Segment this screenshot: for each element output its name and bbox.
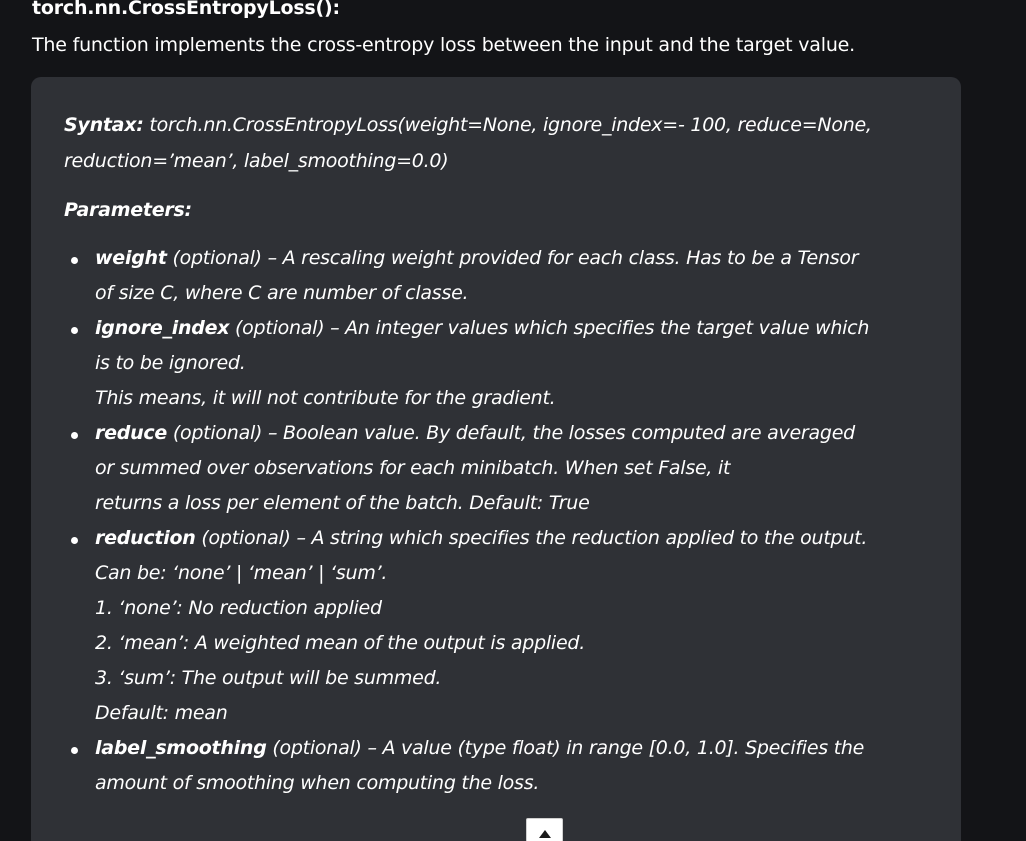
bullet-icon bbox=[71, 432, 78, 439]
syntax-signature-line2: reduction=’mean’, label_smoothing=0.0) bbox=[64, 150, 449, 172]
parameter-list: weight (optional) – A rescaling weight p… bbox=[64, 241, 934, 801]
param-text: (optional) – An integer values which spe… bbox=[229, 317, 870, 339]
param-line: 1. ‘none’: No reduction applied bbox=[95, 597, 382, 619]
param-name: ignore_index bbox=[95, 317, 230, 339]
param-line: reduction (optional) – A string which sp… bbox=[95, 521, 934, 556]
param-name: weight bbox=[95, 247, 167, 269]
param-name: reduction bbox=[95, 527, 196, 549]
caret-up-icon bbox=[539, 830, 551, 838]
list-item: label_smoothing (optional) – A value (ty… bbox=[64, 731, 934, 801]
bullet-icon bbox=[71, 257, 78, 264]
syntax-card-body: Syntax: torch.nn.CrossEntropyLoss(weight… bbox=[64, 107, 934, 801]
syntax-label: Syntax: bbox=[64, 114, 144, 136]
param-line: This means, it will not contribute for t… bbox=[95, 387, 556, 409]
list-item: reduction (optional) – A string which sp… bbox=[64, 521, 934, 731]
param-line: 3. ‘sum’: The output will be summed. bbox=[95, 667, 442, 689]
scroll-to-top-button[interactable] bbox=[526, 818, 563, 841]
syntax-card: Syntax: torch.nn.CrossEntropyLoss(weight… bbox=[31, 77, 961, 841]
list-item: weight (optional) – A rescaling weight p… bbox=[64, 241, 934, 311]
param-line: 2. ‘mean’: A weighted mean of the output… bbox=[95, 632, 585, 654]
bullet-icon bbox=[71, 537, 78, 544]
param-text: (optional) – A string which specifies th… bbox=[195, 527, 868, 549]
param-line: ignore_index (optional) – An integer val… bbox=[95, 311, 934, 346]
param-line: or summed over observations for each min… bbox=[95, 457, 731, 479]
param-text: (optional) – A rescaling weight provided… bbox=[166, 247, 859, 269]
bullet-icon bbox=[71, 747, 78, 754]
param-name: label_smoothing bbox=[95, 737, 267, 759]
param-line: reduce (optional) – Boolean value. By de… bbox=[95, 416, 934, 451]
param-line: amount of smoothing when computing the l… bbox=[95, 772, 540, 794]
param-name: reduce bbox=[95, 422, 168, 444]
param-line: weight (optional) – A rescaling weight p… bbox=[95, 241, 934, 276]
param-line: returns a loss per element of the batch.… bbox=[95, 492, 590, 514]
param-text: (optional) – Boolean value. By default, … bbox=[167, 422, 855, 444]
list-item: ignore_index (optional) – An integer val… bbox=[64, 311, 934, 416]
param-line: label_smoothing (optional) – A value (ty… bbox=[95, 731, 934, 766]
param-line: Can be: ‘none’ | ‘mean’ | ‘sum’. bbox=[95, 562, 388, 584]
param-line: Default: mean bbox=[95, 702, 228, 724]
article-page: torch.nn.CrossEntropyLoss(): The functio… bbox=[0, 0, 1026, 841]
intro-paragraph: The function implements the cross-entrop… bbox=[32, 34, 855, 56]
syntax-block: Syntax: torch.nn.CrossEntropyLoss(weight… bbox=[64, 107, 934, 179]
parameters-label: Parameters: bbox=[64, 199, 192, 221]
param-text: (optional) – A value (type float) in ran… bbox=[266, 737, 865, 759]
param-line: of size C, where C are number of classe. bbox=[95, 282, 469, 304]
section-heading: torch.nn.CrossEntropyLoss(): bbox=[32, 0, 340, 19]
list-item: reduce (optional) – Boolean value. By de… bbox=[64, 416, 934, 521]
bullet-icon bbox=[71, 327, 78, 334]
param-line: is to be ignored. bbox=[95, 352, 246, 374]
syntax-signature-line1: torch.nn.CrossEntropyLoss(weight=None, i… bbox=[143, 114, 872, 136]
